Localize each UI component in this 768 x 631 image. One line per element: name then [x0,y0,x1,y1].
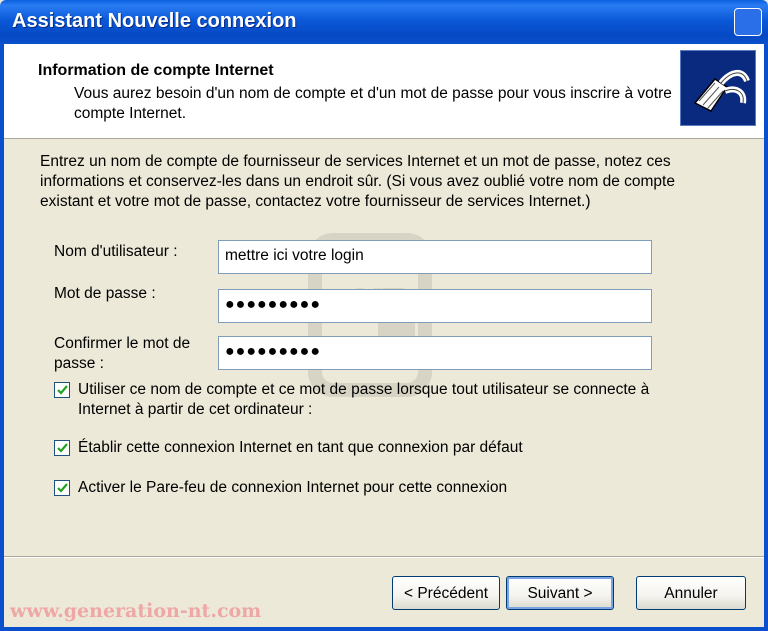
watermark-text: www.generation-nt.com [10,600,262,622]
firewall-checkbox[interactable] [54,480,70,496]
wizard-header: Information de compte Internet Vous aure… [4,44,764,139]
confirm-password-field[interactable]: ●●●●●●●●● [218,336,652,370]
checkmark-icon [57,483,68,493]
network-cable-icon [680,50,756,126]
password-value: ●●●●●●●●● [225,296,321,313]
back-button[interactable]: < Précédent [392,576,500,610]
intro-text: Entrez un nom de compte de fournisseur d… [40,153,675,210]
checkmark-icon [57,443,68,453]
username-field[interactable]: mettre ici votre login [218,240,652,274]
firewall-option[interactable]: Activer le Pare-feu de connexion Interne… [54,478,694,500]
title-bar[interactable]: Assistant Nouvelle connexion [0,0,768,44]
default-connection-checkbox[interactable] [54,440,70,456]
button-separator [4,556,764,558]
shared-account-label[interactable]: Utiliser ce nom de compte et ce mot de p… [78,380,688,420]
cancel-button[interactable]: Annuler [636,576,746,610]
shared-account-checkbox[interactable] [54,382,70,398]
window-control-icon[interactable] [734,8,762,36]
shared-account-option[interactable]: Utiliser ce nom de compte et ce mot de p… [54,380,694,422]
window-frame-bottom [0,627,768,631]
password-field[interactable]: ●●●●●●●●● [218,289,652,323]
default-connection-label[interactable]: Établir cette connexion Internet en tant… [78,438,688,458]
window-frame-right [764,44,768,631]
default-connection-option[interactable]: Établir cette connexion Internet en tant… [54,438,694,460]
username-value: mettre ici votre login [225,247,364,264]
password-label: Mot de passe : [54,285,156,302]
firewall-label[interactable]: Activer le Pare-feu de connexion Interne… [78,478,688,498]
next-button[interactable]: Suivant > [506,576,614,610]
page-subtext: Vous aurez besoin d'un nom de compte et … [74,85,672,122]
window-title: Assistant Nouvelle connexion [12,10,297,32]
page-heading: Information de compte Internet [38,62,274,79]
checkmark-icon [57,385,68,395]
confirm-password-label: Confirmer le mot de passe : [54,335,191,372]
username-label: Nom d'utilisateur : [54,243,178,260]
confirm-password-value: ●●●●●●●●● [225,343,321,360]
